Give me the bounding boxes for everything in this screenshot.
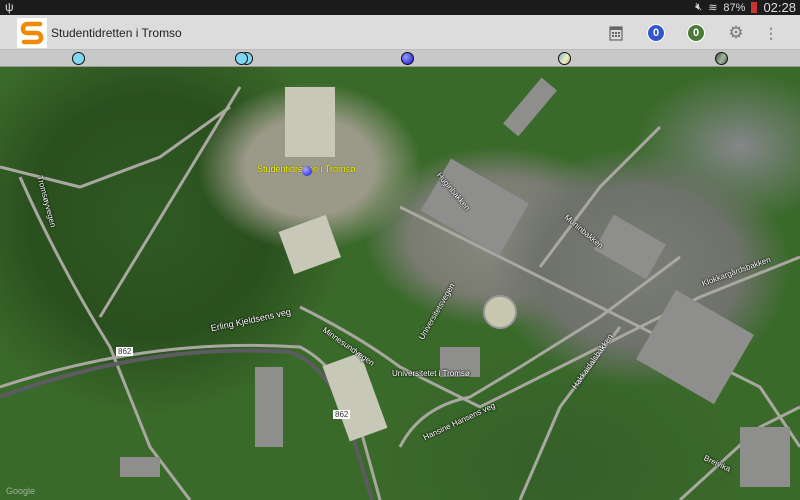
poi-label-university: Universitetet i Tromsø — [392, 369, 470, 378]
clock: 02:28 — [763, 0, 796, 15]
road-number: 862 — [116, 347, 134, 356]
calendar-button[interactable] — [596, 22, 636, 44]
marker-1[interactable] — [72, 52, 85, 65]
green-count-button[interactable]: 0 — [676, 22, 716, 44]
usb-icon: ψ — [5, 0, 14, 14]
battery-icon — [751, 2, 758, 13]
blue-count-badge: 0 — [647, 24, 665, 42]
road-network — [0, 77, 800, 500]
marker-5[interactable] — [715, 52, 728, 65]
mute-icon: 🔇︎ — [695, 1, 703, 13]
status-bar: ψ 🔇︎ ≋ 87% 02:28 — [0, 0, 800, 15]
blue-count-button[interactable]: 0 — [636, 22, 676, 44]
gear-icon: ⚙ — [728, 23, 744, 42]
road-number: 862 — [333, 410, 351, 419]
marker-strip — [0, 50, 800, 67]
battery-text: 87% — [723, 1, 746, 14]
calendar-icon — [609, 26, 623, 41]
more-vert-icon: ⋮ — [764, 24, 778, 41]
overflow-menu-button[interactable]: ⋮ — [756, 22, 786, 44]
settings-button[interactable]: ⚙ — [716, 22, 756, 44]
marker-3[interactable] — [401, 52, 414, 65]
app-logo[interactable] — [17, 18, 47, 48]
marker-2[interactable] — [235, 52, 248, 65]
location-pin[interactable] — [302, 166, 312, 176]
green-count-badge: 0 — [687, 24, 705, 42]
marker-4[interactable] — [558, 52, 571, 65]
app-bar: Studentidretten i Tromso 0 0 ⚙ ⋮ — [0, 15, 800, 50]
app-title: Studentidretten i Tromso — [51, 26, 182, 40]
satellite-map[interactable]: Erling Kjeldsens veg Universitetet i Tro… — [0, 67, 800, 500]
map-attribution: Google — [6, 486, 36, 496]
wifi-icon: ≋ — [708, 2, 718, 14]
